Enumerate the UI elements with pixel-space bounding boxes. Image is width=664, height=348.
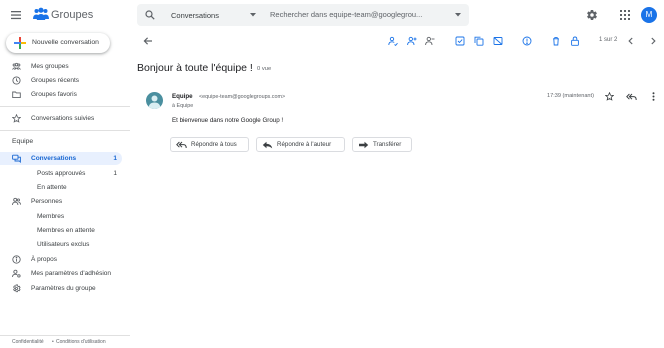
sidebar-item-label: Posts approuvés [37, 170, 86, 177]
pagination-label: 1 sur 2 [599, 37, 618, 43]
search-scope-select[interactable]: Conversations [171, 11, 219, 20]
groups-icon [12, 62, 21, 71]
settings-gear-icon[interactable] [586, 9, 598, 21]
sidebar-footer: Confidentialité • Conditions d'utilisati… [0, 338, 130, 348]
sidebar-item-followed-conversations[interactable]: Conversations suivies [0, 112, 122, 125]
message-body: Et bienvenue dans notre Google Group ! [172, 117, 284, 124]
info-icon [12, 255, 21, 264]
sidebar-item-pending-members[interactable]: Membres en attente [0, 224, 122, 237]
reply-author-button[interactable]: Répondre à l'auteur [256, 137, 345, 152]
app-title[interactable]: Groupes [51, 9, 93, 21]
chevron-right-icon[interactable] [648, 36, 658, 46]
footer-separator: • [52, 339, 54, 345]
sidebar-item-label: En attente [37, 184, 67, 191]
search-icon[interactable] [145, 10, 155, 20]
sidebar-item-label: Paramètres du groupe [31, 285, 96, 292]
reply-all-button[interactable]: Répondre à tous [170, 137, 249, 152]
sidebar-item-banned-users[interactable]: Utilisateurs exclus [0, 238, 122, 251]
apps-grid-icon[interactable] [620, 10, 630, 20]
thread-title: Bonjour à toute l'équipe ! [137, 62, 253, 74]
sidebar-item-label: À propos [31, 256, 58, 263]
chevron-left-icon[interactable] [626, 36, 636, 46]
people-icon [12, 197, 21, 206]
group-name[interactable]: Equipe [12, 138, 33, 145]
sidebar-item-label: Membres en attente [37, 227, 95, 234]
sidebar-divider [0, 106, 130, 107]
forward-icon [358, 141, 369, 149]
sidebar-item-recent-groups[interactable]: Groupes récents [0, 74, 122, 87]
terms-link[interactable]: Conditions d'utilisation [56, 339, 106, 345]
delete-icon[interactable] [551, 36, 561, 46]
sidebar-item-favorite-groups[interactable]: Groupes favoris [0, 88, 122, 101]
message-timestamp: 17:39 (maintenant) [547, 93, 594, 99]
new-conversation-label: Nouvelle conversation [32, 39, 99, 46]
forward-button[interactable]: Transférer [352, 137, 412, 152]
sidebar-item-group-settings[interactable]: Paramètres du groupe [0, 282, 122, 295]
conversations-icon [12, 154, 21, 163]
sidebar-item-people[interactable]: Personnes [0, 195, 122, 208]
sidebar-item-label: Membres [37, 213, 65, 220]
sidebar: Nouvelle conversation Mes groupes Groupe… [0, 30, 130, 348]
reply-author-label: Répondre à l'auteur [277, 141, 332, 148]
menu-icon[interactable] [10, 9, 22, 21]
sidebar-item-label: Conversations suivies [31, 115, 95, 122]
member-settings-icon [12, 269, 21, 278]
sender-name[interactable]: Equipe [172, 93, 193, 100]
thread-toolbar [137, 30, 664, 52]
sidebar-divider [0, 335, 130, 336]
reply-all-icon [176, 141, 187, 149]
approved-posts-count: 1 [113, 170, 117, 177]
search-bar: Conversations [137, 4, 469, 26]
sidebar-item-label: Groupes favoris [31, 91, 77, 98]
forward-label: Transférer [373, 141, 402, 148]
chevron-down-icon[interactable] [250, 13, 256, 17]
mark-duplicate-icon[interactable] [493, 36, 503, 46]
sidebar-item-label: Personnes [31, 198, 63, 205]
sidebar-item-label: Groupes récents [31, 77, 80, 84]
new-conversation-button[interactable]: Nouvelle conversation [6, 33, 110, 53]
remove-person-icon[interactable] [425, 36, 435, 46]
sidebar-item-my-groups[interactable]: Mes groupes [0, 60, 122, 73]
search-input[interactable] [270, 10, 440, 19]
sidebar-item-label: Conversations [31, 155, 77, 162]
reply-icon [262, 141, 273, 149]
lock-icon[interactable] [570, 36, 580, 46]
sidebar-item-label: Mes groupes [31, 63, 69, 70]
add-person-icon[interactable] [407, 36, 417, 46]
sidebar-item-label: Utilisateurs exclus [37, 241, 90, 248]
sidebar-item-conversations[interactable]: Conversations 1 [0, 152, 122, 165]
groups-logo-icon[interactable] [33, 7, 49, 21]
sender-email: <equipe-team@googlegroups.com> [199, 94, 286, 100]
sidebar-item-about[interactable]: À propos [0, 253, 122, 266]
star-icon [12, 114, 21, 123]
user-avatar[interactable]: M [641, 7, 657, 23]
sidebar-divider [0, 130, 130, 131]
clock-icon [12, 76, 21, 85]
conversations-count: 1 [113, 155, 117, 162]
folder-icon [12, 90, 21, 99]
back-arrow-icon[interactable] [143, 36, 153, 46]
plus-icon [14, 37, 26, 49]
reply-all-label: Répondre à tous [191, 141, 237, 148]
search-options-icon[interactable] [455, 13, 461, 17]
reply-all-icon[interactable] [626, 93, 637, 101]
star-icon[interactable] [605, 92, 614, 101]
sidebar-item-pending[interactable]: En attente [0, 181, 122, 194]
view-count: 0 vue [257, 66, 272, 72]
sidebar-item-membership-settings[interactable]: Mes paramètres d'adhésion [0, 267, 122, 280]
sidebar-item-members[interactable]: Membres [0, 210, 122, 223]
sender-avatar[interactable] [146, 92, 163, 109]
gear-icon [12, 284, 21, 293]
report-icon[interactable] [522, 36, 532, 46]
recipient-line: à Equipe [172, 103, 194, 109]
more-vertical-icon[interactable] [652, 92, 655, 101]
sidebar-item-approved-posts[interactable]: Posts approuvés 1 [0, 167, 122, 180]
copy-icon[interactable] [474, 36, 484, 46]
top-bar: Groupes Conversations M [0, 0, 664, 30]
assign-user-icon[interactable] [388, 36, 398, 46]
mark-complete-icon[interactable] [455, 36, 465, 46]
sidebar-item-label: Mes paramètres d'adhésion [31, 270, 112, 277]
privacy-link[interactable]: Confidentialité [12, 339, 44, 345]
